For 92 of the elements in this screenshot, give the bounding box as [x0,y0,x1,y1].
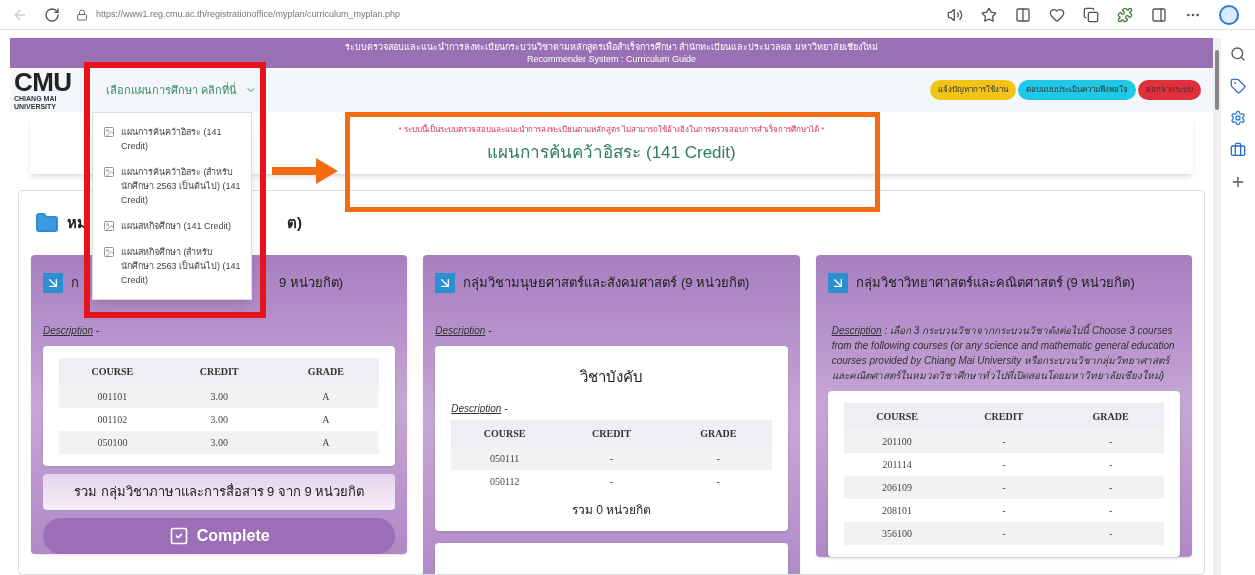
group-title: ก [71,274,79,293]
table-cell-text: 208101 [881,504,914,518]
description-link[interactable]: Description [831,325,882,336]
notice-text: * ระบบนี้เป็นระบบตรวจสอบและแนะนำการลงทะเบียนตามหลักสูตร ไม่สามารถใช้อ้างอิงในการตรวจสอบการสำเร็จการศึกษาได้ * [398,124,825,136]
table-cell-text: - [1001,458,1007,472]
description-link[interactable]: Description [435,325,486,336]
plan-option[interactable]: แผนการค้นคว้าอิสระ (สำหรับนักศึกษา 2563 เป็นต้นไป) (141 Credit) [101,165,243,207]
header-subtitle: Recommender System : Curriculum Guide [526,53,697,65]
table-cell-text: 050100 [96,436,129,450]
table-cell-text: A [321,413,331,427]
split-screen-icon[interactable] [1015,6,1031,23]
read-aloud-icon[interactable] [947,6,963,23]
panel-heading: วิชาบังคับ [579,367,644,387]
plan-option[interactable]: แผนการค้นคว้าอิสระ (141 Credit) [101,125,243,153]
settings-icon[interactable] [1230,110,1246,126]
group-title: กลุ่มวิชาวิทยาศาสตร์และคณิตศาสตร์ (9 หน่วยกิต) [855,274,1135,293]
image-icon [101,246,117,258]
table-cell-text: - [608,474,615,489]
column-header: CREDIT [983,410,1025,424]
group-total: รวม กลุ่มวิชาภาษาและการสื่อสาร 9 จาก 9 หน่วยกิต [73,482,365,502]
star-icon[interactable] [981,6,997,23]
column-header: COURSE [90,365,135,379]
table-cell-text: - [1001,504,1007,518]
table-cell-text: 3.00 [209,436,229,450]
bing-icon[interactable] [1219,4,1239,25]
folder-icon [35,211,59,235]
checkbox-icon [168,525,189,546]
table-cell-text: 001102 [96,413,129,427]
add-icon[interactable] [1230,174,1246,190]
group-description: Description - [435,324,493,338]
image-icon [101,220,117,232]
column-header: COURSE [875,410,919,424]
extension-icon[interactable] [1117,6,1133,23]
briefcase-icon[interactable] [1230,142,1246,158]
group-title: กลุ่มวิชามนุษยศาสตร์และสังคมศาสตร์ (9 หน่วยกิต) [463,274,750,293]
section-heading: ต) [287,212,302,233]
header-title: ระบบตรวจสอบและแนะนำการลงทะเบียนกระบวนวิชาตามหลักสูตรเพื่อสำเร็จการศึกษา สำนักทะเบียนและประมวลผล มหาวิทยาลัยเชียงใหม่ [345,41,878,53]
table-cell-text: A [321,390,331,404]
table-cell-text: - [1107,458,1114,472]
plan-option[interactable]: แผนสหกิจศึกษา (141 Credit) [101,219,243,233]
table-cell-text: - [1107,527,1114,541]
plan-dropdown[interactable]: เลือกแผนการศึกษา คลิกที่นี่ [106,81,258,99]
panel-total: รวม 0 หน่วยกิต [570,501,653,519]
table-cell-text: 050112 [488,474,521,489]
table-cell-text: - [608,451,615,466]
description-link[interactable]: Description [451,402,502,414]
column-header: COURSE [482,426,527,441]
table-cell-text: 001101 [96,390,129,404]
table-cell-text: 201100 [881,435,913,449]
column-header: CREDIT [591,426,632,441]
scrollbar-thumb[interactable] [1215,50,1219,110]
collections-icon[interactable] [1083,6,1099,23]
complete-button[interactable]: Complete [43,517,396,554]
image-icon [101,166,117,178]
table-cell-text: 356100 [881,527,914,541]
group-description: Description : เลือก 3 กระบวนวิชาจากกระบวนวิชาดังต่อไปนี้ Choose 3 courses from the following courses (or any science and mathematic general education courses provided by Chiang Mai University หรือกระบวนวิชากลุ่มวิทยาศาสตร์และคณิตศาสตร์ในหมวดวิชาศึกษาทั่วไปที่เปิดสอนโดยมหาวิทยาลัยเชียงใหม่) [830,323,1176,383]
table-cell-text: A [321,436,331,450]
annotation-arrow [272,158,338,184]
image-icon [101,126,117,138]
group-description: Description - [43,324,101,338]
table-cell-text: - [1107,435,1114,449]
panel-description: Description - [451,401,509,416]
description-link[interactable]: Description [43,325,94,336]
table-cell-text: - [715,451,721,466]
search-icon[interactable] [1230,46,1246,62]
table-cell-text: - [1107,504,1114,518]
column-header: CREDIT [198,365,240,379]
nav-button[interactable]: ตอบแบบประเมินความพึงพอใจ [1018,80,1136,100]
column-header: GRADE [1091,410,1130,424]
tag-icon[interactable] [1230,78,1246,94]
table-cell-text: - [1001,481,1007,495]
table-cell-text: 3.00 [209,390,229,404]
table-cell-text: - [1001,527,1007,541]
plan-title: แผนการค้นคว้าอิสระ (141 Credit) [487,142,736,164]
table-cell-text: 201114 [881,458,913,472]
table-cell-text: - [1107,481,1114,495]
plan-option[interactable]: แผนสหกิจศึกษา (สำหรับนักศึกษา 2563 เป็นต้นไป) (141 Credit) [101,245,243,287]
group-title: 9 หน่วยกิต) [279,274,344,293]
logo[interactable]: CMU [14,69,82,95]
lock-icon[interactable] [76,8,88,21]
column-header: GRADE [306,365,345,379]
sidebar-icon[interactable] [1151,6,1167,23]
table-cell-text: 3.00 [209,413,229,427]
table-cell-text: 206109 [881,481,914,495]
column-header: GRADE [699,426,738,441]
reload-icon[interactable] [44,6,60,23]
table-cell-text: - [1001,435,1007,449]
table-cell-text: - [715,474,721,489]
table-cell-text: 050111 [489,451,521,466]
favorites-icon[interactable] [1049,6,1065,23]
nav-button[interactable]: แจ้งปัญหาการใช้งาน [930,80,1016,100]
url-field[interactable]: https://www1.reg.cmu.ac.th/registrationoffice/myplan/curriculum_myplan.php [96,7,400,22]
